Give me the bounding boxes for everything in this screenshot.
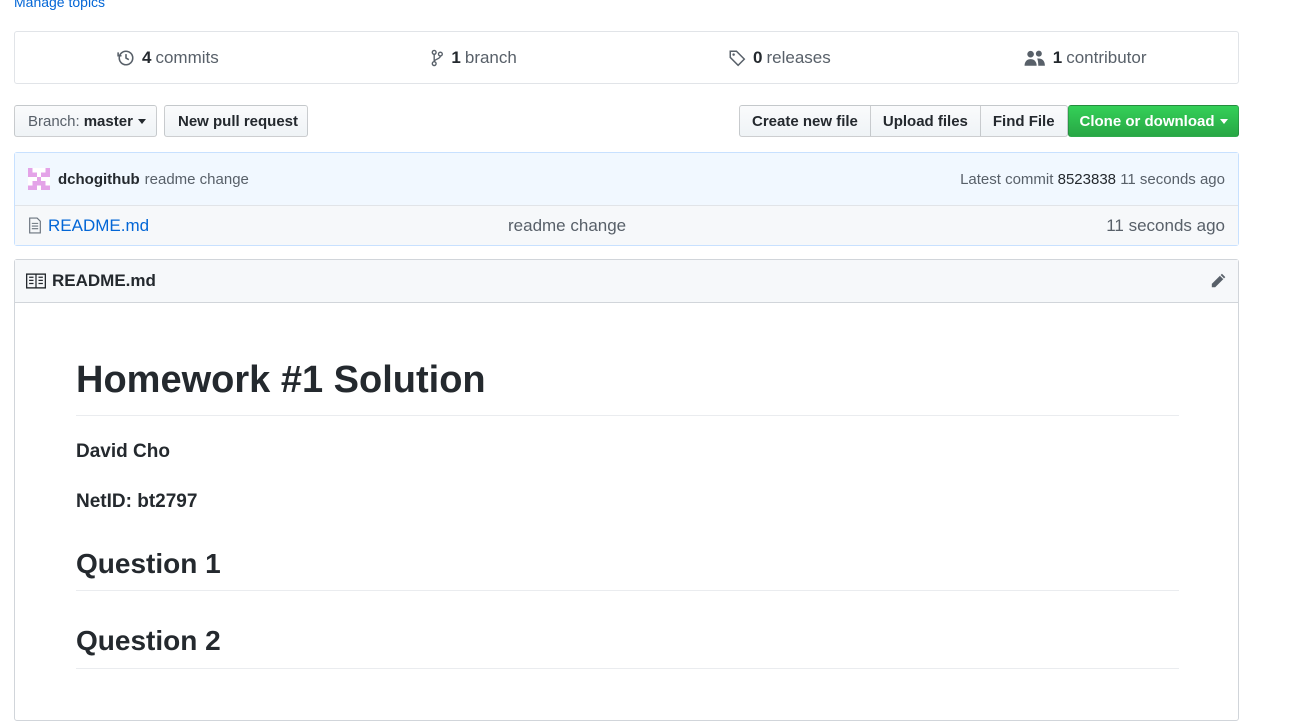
file-commit-message-link[interactable]: readme change [508, 216, 626, 236]
branch-prefix: Branch: [28, 112, 80, 130]
commit-author-link[interactable]: dchogithub [58, 171, 140, 188]
branch-select-button[interactable]: Branch: master [14, 105, 157, 137]
manage-topics-link[interactable]: Manage topics [14, 0, 105, 10]
contributors-count: 1 [1052, 47, 1063, 67]
commits-count: 4 [142, 47, 152, 67]
commits-link[interactable]: 4 commits [15, 48, 321, 68]
readme-header: README.md [15, 260, 1238, 303]
question-2-heading: Question 2 [76, 624, 1179, 669]
file-age: 11 seconds ago [1106, 215, 1225, 235]
file-row: README.md readme change 11 seconds ago [15, 206, 1238, 245]
releases-label: releases [766, 47, 831, 67]
file-icon [29, 217, 41, 234]
file-navigator: dchogithub readme change Latest commit 8… [14, 152, 1239, 246]
question-1-heading: Question 1 [76, 547, 1179, 592]
file-name-link[interactable]: README.md [48, 216, 508, 236]
branches-link[interactable]: 1 branch [321, 48, 627, 68]
branch-name: master [83, 112, 133, 130]
file-actions-group: Create new file Upload files Find File [739, 105, 1068, 137]
commit-tease: dchogithub readme change Latest commit 8… [15, 153, 1238, 206]
pencil-icon[interactable] [1209, 272, 1227, 290]
clone-label: Clone or download [1079, 112, 1215, 130]
branches-count: 1 [451, 47, 461, 67]
book-icon [26, 273, 46, 289]
upload-files-button[interactable]: Upload files [869, 105, 981, 137]
caret-down-icon [137, 118, 146, 124]
releases-link[interactable]: 0 releases [627, 48, 933, 68]
author-line: David Cho [76, 440, 170, 462]
readme-content: Homework #1 Solution David Cho NetID: bt… [76, 302, 1179, 669]
latest-commit-info: Latest commit 8523838 11 seconds ago [960, 171, 1225, 188]
commit-message-link[interactable]: readme change [145, 171, 249, 188]
new-pull-request-button[interactable]: New pull request [164, 105, 308, 137]
contributors-link[interactable]: 1 contributor [932, 48, 1238, 68]
branch-icon [431, 49, 444, 66]
clone-or-download-button[interactable]: Clone or download [1068, 105, 1239, 137]
people-icon [1024, 50, 1045, 66]
create-new-file-button[interactable]: Create new file [739, 105, 871, 137]
tag-icon [729, 50, 746, 66]
history-icon [117, 49, 134, 66]
commits-label: commits [155, 47, 219, 67]
releases-count: 0 [753, 47, 763, 67]
commit-age: 11 seconds ago [1120, 170, 1225, 188]
caret-down-icon [1219, 118, 1228, 124]
latest-commit-label: Latest commit [960, 170, 1054, 188]
netid-line: NetID: bt2797 [76, 490, 198, 512]
readme-heading: Homework #1 Solution [76, 358, 1179, 416]
commit-sha-link[interactable]: 8523838 [1058, 171, 1116, 188]
branches-label: branch [464, 47, 517, 67]
readme-filename: README.md [52, 271, 156, 290]
contributors-label: contributor [1066, 47, 1147, 67]
repo-numbers-summary: 4 commits 1 branch 0 releases 1 contribu… [14, 31, 1239, 84]
readme-panel: README.md Homework #1 Solution David Cho… [14, 259, 1239, 721]
find-file-button[interactable]: Find File [979, 105, 1068, 137]
avatar[interactable] [28, 168, 50, 190]
